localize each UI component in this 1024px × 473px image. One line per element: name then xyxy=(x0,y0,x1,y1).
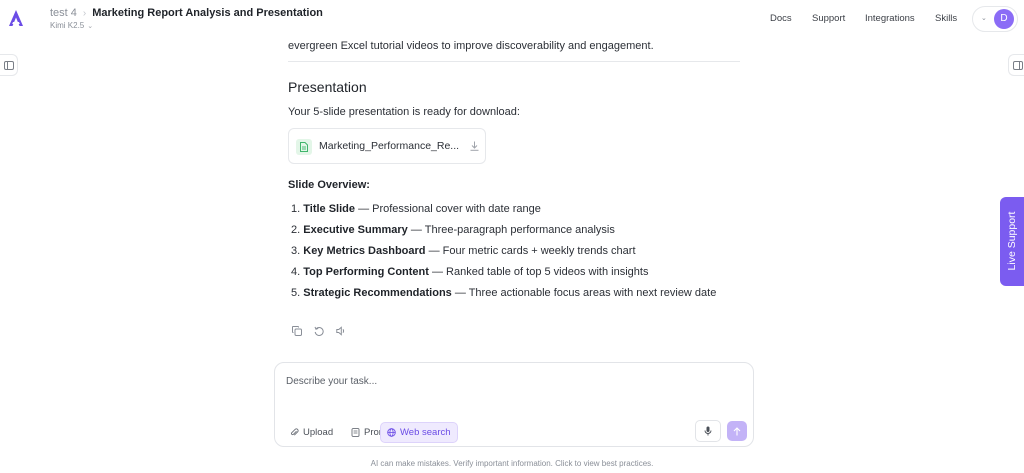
chevron-down-icon: ⌄ xyxy=(87,22,94,30)
avatar: D xyxy=(994,9,1014,29)
microphone-icon xyxy=(704,426,712,436)
prompts-icon xyxy=(351,428,360,437)
list-item-number: 5. xyxy=(291,287,301,299)
speaker-icon[interactable] xyxy=(336,326,346,336)
slide-title: Key Metrics Dashboard xyxy=(303,245,426,257)
page-title: Marketing Report Analysis and Presentati… xyxy=(92,7,323,19)
message-text: Your 5-slide presentation is ready for d… xyxy=(288,106,520,118)
file-attachment-card[interactable]: Marketing_Performance_Re... xyxy=(288,128,486,164)
live-support-button[interactable]: Live Support xyxy=(1000,197,1024,286)
upload-button[interactable]: Upload xyxy=(284,422,339,443)
model-name: Kimi K2.5 xyxy=(50,21,85,30)
live-support-label: Live Support xyxy=(1006,211,1018,271)
breadcrumb-separator: › xyxy=(82,7,87,19)
list-item: 2. Executive Summary — Three-paragraph p… xyxy=(291,224,716,245)
disclaimer-text[interactable]: AI can make mistakes. Verify important i… xyxy=(0,459,1024,468)
composer: Upload Prompts Web search xyxy=(274,362,754,447)
slide-title: Strategic Recommendations xyxy=(303,287,452,299)
slide-overview-heading: Slide Overview: xyxy=(288,179,370,191)
web-search-label: Web search xyxy=(400,427,451,438)
globe-icon xyxy=(387,428,396,437)
list-item: 4. Top Performing Content — Ranked table… xyxy=(291,266,716,287)
kimi-logo-icon[interactable] xyxy=(8,9,24,27)
sidebar-panel-icon xyxy=(1012,60,1023,70)
slide-title: Executive Summary xyxy=(303,224,408,236)
slide-description: — Professional cover with date range xyxy=(355,203,541,215)
message-actions xyxy=(292,326,346,336)
breadcrumb: test 4 › Marketing Report Analysis and P… xyxy=(50,7,323,19)
task-input[interactable] xyxy=(286,376,706,387)
list-item-number: 1. xyxy=(291,203,301,215)
slide-description: — Ranked table of top 5 videos with insi… xyxy=(428,266,649,278)
slide-description: — Four metric cards + weekly trends char… xyxy=(425,245,636,257)
copy-icon[interactable] xyxy=(292,326,302,336)
list-item-number: 4. xyxy=(291,266,301,278)
microphone-button[interactable] xyxy=(695,420,721,442)
breadcrumb-project[interactable]: test 4 xyxy=(50,7,77,19)
arrow-up-icon xyxy=(733,426,741,435)
chevron-down-icon: ⌄ xyxy=(981,15,987,22)
right-sidebar-toggle[interactable] xyxy=(1008,54,1024,76)
send-button[interactable] xyxy=(727,421,747,441)
model-selector[interactable]: Kimi K2.5 ⌄ xyxy=(50,21,93,30)
web-search-toggle[interactable]: Web search xyxy=(380,422,458,443)
paperclip-icon xyxy=(291,428,299,436)
slide-title: Title Slide xyxy=(303,203,356,215)
slide-title: Top Performing Content xyxy=(303,266,429,278)
top-bar: test 4 › Marketing Report Analysis and P… xyxy=(0,0,1024,38)
nav-docs[interactable]: Docs xyxy=(770,13,792,24)
list-item: 1. Title Slide — Professional cover with… xyxy=(291,203,716,224)
user-menu[interactable]: ⌄ D xyxy=(972,6,1018,32)
section-heading: Presentation xyxy=(288,79,367,95)
slide-description: — Three actionable focus areas with next… xyxy=(451,287,717,299)
nav-integrations[interactable]: Integrations xyxy=(865,13,915,24)
nav-skills[interactable]: Skills xyxy=(935,13,957,24)
divider xyxy=(288,61,740,62)
file-name: Marketing_Performance_Re... xyxy=(319,140,460,152)
message-text: evergreen Excel tutorial videos to impro… xyxy=(288,40,654,52)
left-sidebar-toggle[interactable] xyxy=(0,54,18,76)
list-item: 5. Strategic Recommendations — Three act… xyxy=(291,287,716,308)
download-icon[interactable] xyxy=(470,141,479,151)
document-file-icon xyxy=(296,139,312,155)
slide-description: — Three-paragraph performance analysis xyxy=(407,224,615,236)
upload-label: Upload xyxy=(303,427,334,438)
list-item-number: 3. xyxy=(291,245,301,257)
list-item-number: 2. xyxy=(291,224,301,236)
list-item: 3. Key Metrics Dashboard — Four metric c… xyxy=(291,245,716,266)
nav-support[interactable]: Support xyxy=(812,13,845,24)
slide-list: 1. Title Slide — Professional cover with… xyxy=(291,203,716,308)
regenerate-icon[interactable] xyxy=(314,326,324,336)
sidebar-panel-icon xyxy=(3,60,14,70)
